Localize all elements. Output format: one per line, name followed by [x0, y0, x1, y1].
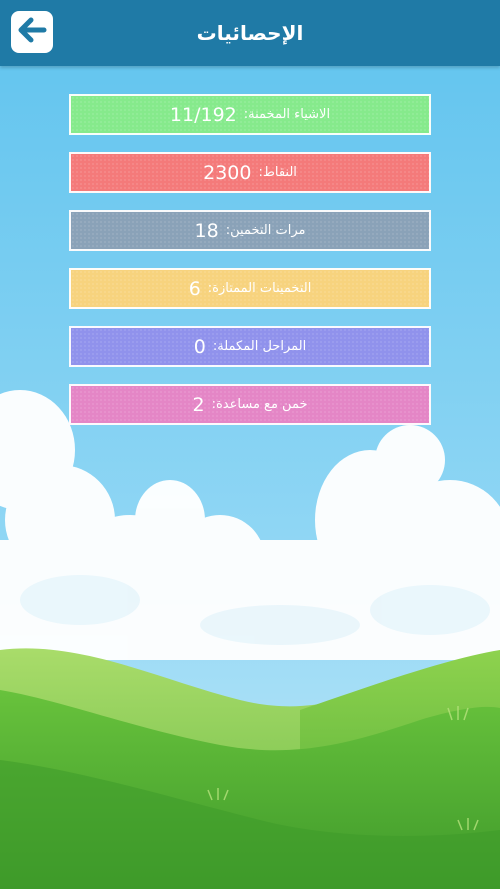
stat-value: 2	[192, 393, 205, 416]
stat-value: 11/192	[169, 103, 237, 126]
stat-label: الاشياء المخمنة:	[243, 107, 331, 122]
stat-label: مرات التخمين:	[225, 223, 306, 238]
stat-excellent-guesses: التخمينات الممتازة: 6	[69, 268, 431, 309]
stat-label: خمن مع مساعدة:	[211, 397, 308, 412]
arrow-left-icon	[17, 17, 47, 47]
top-app-bar: الإحصائيات	[0, 0, 500, 66]
stat-value: 0	[193, 335, 206, 358]
stat-label: المراحل المكملة:	[212, 339, 307, 354]
back-button[interactable]	[11, 11, 53, 53]
stat-value: 18	[194, 219, 219, 242]
stat-guessed-with-help: خمن مع مساعدة: 2	[69, 384, 431, 425]
page-title: الإحصائيات	[196, 21, 304, 45]
stat-points: النقاط: 2300	[69, 152, 431, 193]
stat-guess-count: مرات التخمين: 18	[69, 210, 431, 251]
stat-guessed-items: الاشياء المخمنة: 11/192	[69, 94, 431, 135]
stats-list: الاشياء المخمنة: 11/192 النقاط: 2300 مرا…	[69, 94, 431, 442]
stat-label: التخمينات الممتازة:	[207, 281, 312, 296]
stat-value: 6	[188, 277, 201, 300]
stat-completed-levels: المراحل المكملة: 0	[69, 326, 431, 367]
stat-label: النقاط:	[258, 165, 297, 180]
stat-value: 2300	[203, 161, 252, 184]
